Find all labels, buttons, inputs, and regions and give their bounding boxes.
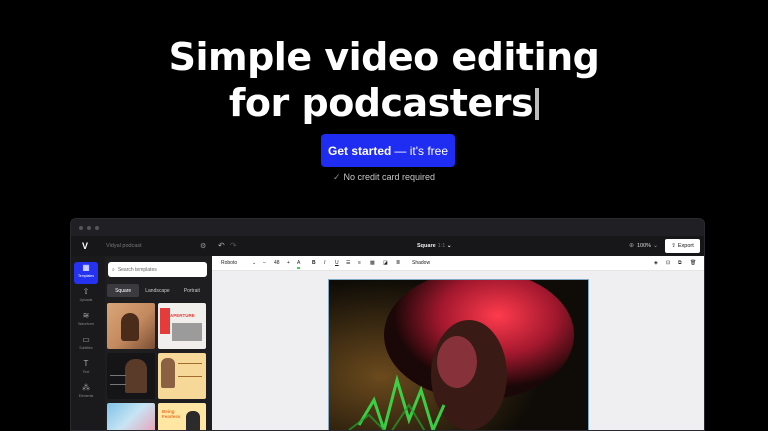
trash-icon[interactable]: 🗑 (690, 260, 696, 267)
template-thumbnail[interactable] (107, 353, 155, 399)
list-icon[interactable]: ≡ (358, 260, 361, 267)
zoom-level[interactable]: 100% (637, 243, 651, 249)
thumb-figure (121, 313, 139, 341)
underline-button[interactable]: U (335, 260, 339, 267)
redo-icon[interactable]: ↷ (230, 241, 237, 250)
rail-item-waveform[interactable]: ≋ Waveform (74, 310, 98, 332)
template-thumbnail[interactable] (158, 353, 206, 399)
highlight-icon[interactable]: ▩ (370, 260, 375, 267)
italic-button[interactable]: I (324, 260, 325, 267)
window-dot-close[interactable] (79, 225, 83, 230)
shadow-option[interactable]: Shadow (412, 260, 430, 267)
rail-item-uploads[interactable]: ⇧ Uploads (74, 286, 98, 308)
rail-label: Uploads (79, 298, 93, 302)
no-credit-card-text: No credit card required (343, 172, 436, 182)
thumb-title: APERTURE (170, 313, 195, 318)
cta-main-label: Get started (328, 143, 392, 158)
layers-icon[interactable]: ◈ (654, 260, 658, 267)
hero-title-line2-text: for podcasters (228, 81, 534, 125)
thumb-figure (161, 358, 175, 388)
export-icon: ⇪ (671, 243, 676, 249)
editor-canvas (212, 271, 704, 430)
templates-panel: ⌕ Square Landscape Portrait APERTURE Bei… (105, 256, 212, 430)
tab-landscape[interactable]: Landscape (141, 284, 173, 297)
tab-square[interactable]: Square (107, 284, 140, 297)
thumb-lines (110, 375, 126, 385)
app-logo[interactable]: V (82, 241, 88, 251)
chevron-down-icon[interactable]: ⌄ (653, 242, 658, 249)
thumb-figure (186, 411, 200, 430)
search-input[interactable] (117, 266, 198, 273)
upload-icon: ⇧ (82, 287, 90, 296)
search-icon: ⌕ (112, 266, 115, 273)
rail-item-subtitles[interactable]: ▭ Subtitles (74, 334, 98, 356)
thumb-photo (172, 323, 202, 341)
format-selector[interactable]: Square 1:1 ⌄ (417, 243, 451, 249)
typing-caret (535, 88, 540, 120)
text-icon: T (83, 359, 89, 368)
get-started-button[interactable]: Get started — it's free (321, 134, 455, 167)
podcast-guest-image (329, 280, 588, 430)
font-size-decrease[interactable]: – (263, 260, 266, 267)
thumb-lines (178, 363, 202, 377)
canvas-photo[interactable] (328, 279, 589, 430)
template-thumbnail[interactable]: APERTURE (158, 303, 206, 349)
window-dot-maximize[interactable] (95, 225, 99, 230)
lock-icon[interactable]: ⊡ (666, 260, 670, 267)
undo-icon[interactable]: ↶ (218, 241, 225, 250)
check-icon: ✓ (332, 172, 341, 182)
template-thumbnail[interactable] (107, 403, 155, 430)
rail-item-templates[interactable]: ▦ Templates (74, 262, 98, 284)
rail-label: Waveform (78, 322, 94, 326)
window-dot-minimize[interactable] (87, 225, 91, 230)
text-color-picker[interactable]: A (297, 260, 301, 269)
elements-icon: ⁂ (82, 383, 90, 392)
tab-portrait[interactable]: Portrait (176, 284, 208, 297)
text-toolbar: Roboto ⌄ – 48 + A B I U ☰ ≡ ▩ ◪ ≣ Shadow… (212, 256, 704, 271)
hero-title-line1: Simple video editing (168, 35, 600, 79)
rail-item-text[interactable]: T Text (74, 358, 98, 380)
subtitles-icon: ▭ (82, 335, 90, 344)
line-spacing-icon[interactable]: ≣ (396, 260, 400, 267)
template-thumbnail[interactable]: Being Fearless (158, 403, 206, 430)
rail-label: Text (82, 370, 90, 374)
hero-title: Simple video editing for podcasters (0, 34, 768, 126)
thumb-figure (125, 359, 147, 393)
rail-item-elements[interactable]: ⁂ Elements (74, 382, 98, 404)
editor-window: V Vidyal podcast ⚙ ↶ ↷ Square 1:1 ⌄ ⊕ 100… (70, 218, 705, 431)
window-chrome (71, 219, 704, 236)
hero-title-line2: for podcasters (0, 80, 768, 126)
waveform-icon: ≋ (82, 311, 90, 320)
export-label: Export (677, 243, 694, 249)
no-credit-card-note: ✓ No credit card required (0, 172, 768, 183)
orientation-tabs: Square Landscape Portrait (107, 284, 208, 297)
font-size-increase[interactable]: + (287, 260, 290, 267)
grid-icon: ▦ (82, 263, 90, 272)
export-button[interactable]: ⇪ Export (665, 239, 700, 253)
editor-topbar: V Vidyal podcast ⚙ ↶ ↷ Square 1:1 ⌄ ⊕ 100… (71, 236, 704, 256)
template-thumbnail[interactable] (107, 303, 155, 349)
format-label: Square (417, 243, 436, 249)
align-left-icon[interactable]: ☰ (346, 260, 350, 267)
background-color-icon[interactable]: ◪ (383, 260, 388, 267)
gear-icon[interactable]: ⚙ (200, 242, 206, 250)
thumb-accent (160, 308, 170, 334)
bold-button[interactable]: B (312, 260, 316, 267)
project-name[interactable]: Vidyal podcast (106, 243, 142, 249)
tool-rail: ▦ Templates ⇧ Uploads ≋ Waveform ▭ Subtitles… (71, 256, 105, 430)
font-family-select[interactable]: Roboto (221, 260, 237, 267)
search-box[interactable]: ⌕ (108, 262, 207, 277)
format-ratio: 1:1 (437, 243, 446, 249)
font-size-value[interactable]: 48 (274, 260, 280, 267)
chevron-down-icon[interactable]: ⌄ (252, 260, 256, 267)
cta-suffix-label: — it's free (394, 143, 448, 158)
thumb-title: Being Fearless (162, 409, 181, 419)
rail-label: Elements (78, 394, 94, 398)
zoom-icon: ⊕ (629, 243, 635, 249)
duplicate-icon[interactable]: ⧉ (678, 260, 682, 267)
rail-label: Templates (78, 274, 94, 278)
rail-label: Subtitles (79, 346, 93, 350)
